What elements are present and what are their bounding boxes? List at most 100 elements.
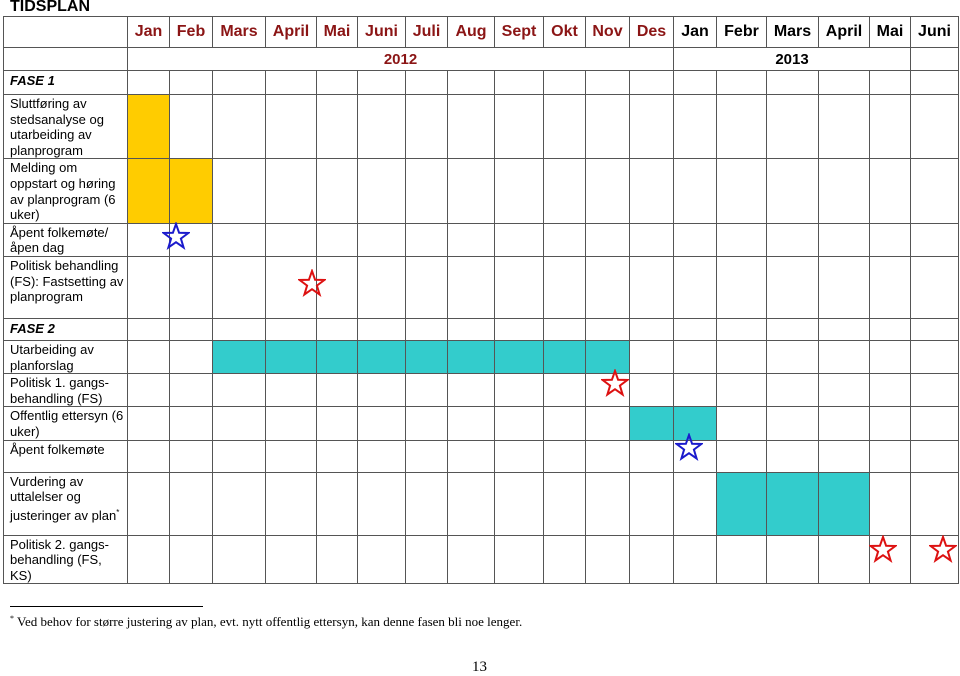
month-cell [629,373,674,408]
month-header: Juni [910,16,959,48]
month-cell [585,70,630,95]
month-cell [585,93,630,160]
month-cell [766,158,819,224]
month-cell [357,317,406,341]
month-cell [766,339,819,375]
corner-cell [3,47,128,71]
month-cell [494,158,544,224]
red-star-icon [928,535,957,563]
month-cell [405,255,448,319]
month-cell [869,471,911,536]
bar-cell [405,339,448,375]
month-cell [316,373,358,408]
month-cell [127,534,170,585]
task-label: Utarbeiding av planforslag [3,339,128,375]
month-cell [494,534,544,585]
month-cell [405,93,448,160]
month-cell [447,255,495,319]
month-cell [212,439,266,473]
month-cell [357,222,406,257]
month-cell [316,439,358,473]
month-cell [716,534,767,585]
year-2013: 2013 [673,47,911,71]
task-row: Offentlig ettersyn (6 uker) [3,406,959,441]
month-cell [127,339,170,375]
month-cell [494,70,544,95]
bar-cell [447,339,495,375]
month-cell [673,158,717,224]
month-cell [673,70,717,95]
month-cell [543,534,586,585]
month-cell [265,70,317,95]
month-cell [265,439,317,473]
month-cell [494,406,544,441]
task-label: Politisk 2. gangs-behandling (FS, KS) [3,534,128,585]
footnote-mark: * [116,507,120,517]
footnote: * Ved behov for større justering av plan… [10,614,522,630]
task-row: Vurdering av uttalelser og justeringer a… [3,471,959,536]
month-cell [910,222,959,257]
month-cell [169,317,213,341]
month-cell [265,373,317,408]
month-cell [910,93,959,160]
red-star-icon [868,535,897,563]
bar-cell [494,339,544,375]
month-cell [716,158,767,224]
month-cell [543,255,586,319]
month-cell [585,317,630,341]
month-cell [910,339,959,375]
month-header: Jan [673,16,717,48]
month-cell [869,158,911,224]
empty-cell [910,47,959,71]
month-cell [766,373,819,408]
task-label: Melding om oppstart og høring av planpro… [3,158,128,224]
month-cell [869,222,911,257]
month-cell [127,406,170,441]
month-cell [405,406,448,441]
month-cell [818,534,870,585]
task-label-text: Utarbeiding av planforslag [10,341,94,373]
footnote-mark: * [10,614,14,623]
month-cell [716,255,767,319]
month-cell [169,471,213,536]
phase-row: FASE 1 [3,70,959,95]
month-cell [910,158,959,224]
phase-row: FASE 2 [3,317,959,341]
month-cell [585,406,630,441]
month-cell [447,222,495,257]
month-cell [673,373,717,408]
bar-cell [212,339,266,375]
month-cell [494,317,544,341]
month-cell [869,70,911,95]
schedule-table: Jan Feb Mars April Mai Juni Juli Aug Sept Okt Nov D… [3,16,959,585]
month-header: Jan [127,16,170,48]
month-cell [212,317,266,341]
task-label-text: Politisk 1. gangs-behandling (FS) [10,375,109,406]
month-cell [212,534,266,585]
month-cell [673,534,717,585]
month-cell [316,534,358,585]
month-cell [543,439,586,473]
month-cell [629,534,674,585]
month-header: Feb [169,16,213,48]
month-cell [716,339,767,375]
month-cell [169,255,213,319]
month-cell [629,222,674,257]
month-cell [447,439,495,473]
month-cell [316,317,358,341]
month-cell [212,471,266,536]
month-cell [585,158,630,224]
month-cell [869,439,911,473]
month-cell [265,317,317,341]
task-row: Melding om oppstart og høring av planpro… [3,158,959,224]
month-cell [818,339,870,375]
month-cell [265,222,317,257]
month-cell [405,317,448,341]
month-cell [910,439,959,473]
bar-cell [543,339,586,375]
month-cell [585,255,630,319]
month-cell [405,439,448,473]
year-row: 2012 2013 [3,47,959,71]
month-cell [869,93,911,160]
bar-cell [169,158,213,224]
